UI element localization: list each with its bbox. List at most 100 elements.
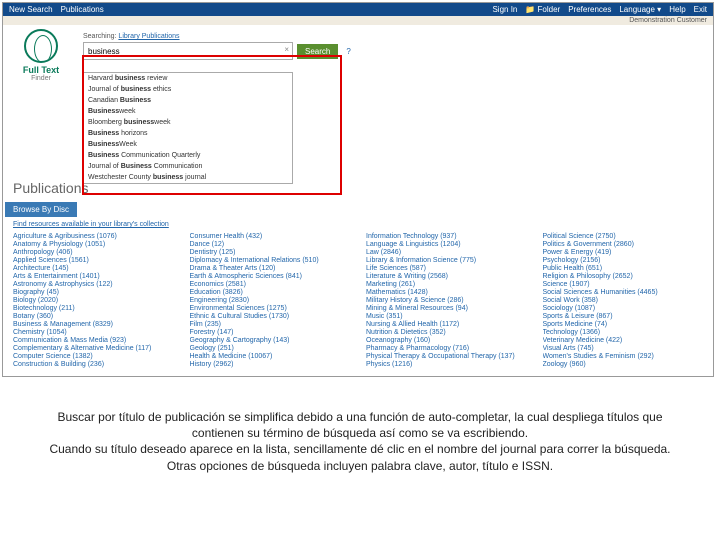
discipline-link[interactable]: Marketing (261) xyxy=(366,280,527,288)
suggestion-item[interactable]: Canadian Business xyxy=(84,95,292,106)
suggestion-item[interactable]: Businessweek xyxy=(84,106,292,117)
nav-publications[interactable]: Publications xyxy=(61,5,104,14)
discipline-link[interactable]: Diplomacy & International Relations (510… xyxy=(190,256,351,264)
discipline-link[interactable]: Business & Management (8329) xyxy=(13,320,174,328)
discipline-link[interactable]: Geology (251) xyxy=(190,344,351,352)
discipline-link[interactable]: Environmental Sciences (1275) xyxy=(190,304,351,312)
logo-text-2: Finder xyxy=(11,75,71,82)
nav-exit[interactable]: Exit xyxy=(694,5,707,14)
discipline-link[interactable]: Science (1907) xyxy=(543,280,704,288)
discipline-link[interactable]: Nutrition & Dietetics (352) xyxy=(366,328,527,336)
suggestion-item[interactable]: Journal of Business Communication xyxy=(84,161,292,172)
discipline-link[interactable]: Dance (12) xyxy=(190,240,351,248)
discipline-link[interactable]: Anthropology (406) xyxy=(13,248,174,256)
demo-banner: Demonstration Customer xyxy=(3,16,713,25)
discipline-link[interactable]: Drama & Theater Arts (120) xyxy=(190,264,351,272)
discipline-link[interactable]: Film (235) xyxy=(190,320,351,328)
discipline-link[interactable]: Political Science (2750) xyxy=(543,232,704,240)
discipline-link[interactable]: Biotechnology (211) xyxy=(13,304,174,312)
browse-tab[interactable]: Browse By Disc xyxy=(5,202,77,217)
suggestion-item[interactable]: Harvard business review xyxy=(84,73,292,84)
discipline-link[interactable]: Architecture (145) xyxy=(13,264,174,272)
discipline-link[interactable]: Consumer Health (432) xyxy=(190,232,351,240)
discipline-link[interactable]: Complementary & Alternative Medicine (11… xyxy=(13,344,174,352)
discipline-link[interactable]: Geography & Cartography (143) xyxy=(190,336,351,344)
discipline-link[interactable]: Life Sciences (587) xyxy=(366,264,527,272)
suggestion-item[interactable]: Bloomberg businessweek xyxy=(84,117,292,128)
nav-sign-in[interactable]: Sign In xyxy=(492,5,517,14)
logo: Full Text Finder xyxy=(11,29,71,82)
discipline-link[interactable]: Nursing & Allied Health (1172) xyxy=(366,320,527,328)
discipline-link[interactable]: Forestry (147) xyxy=(190,328,351,336)
discipline-link[interactable]: Physics (1216) xyxy=(366,360,527,368)
discipline-link[interactable]: Astronomy & Astrophysics (122) xyxy=(13,280,174,288)
discipline-link[interactable]: Military History & Science (286) xyxy=(366,296,527,304)
discipline-link[interactable]: Power & Energy (419) xyxy=(543,248,704,256)
discipline-link[interactable]: Physical Therapy & Occupational Therapy … xyxy=(366,352,527,360)
discipline-link[interactable]: Mining & Mineral Resources (94) xyxy=(366,304,527,312)
discipline-link[interactable]: Psychology (2156) xyxy=(543,256,704,264)
discipline-link[interactable]: Biology (2020) xyxy=(13,296,174,304)
app-frame: New Search Publications Sign In 📁 Folder Pr… xyxy=(2,2,714,377)
globe-icon xyxy=(24,29,58,63)
help-icon[interactable]: ? xyxy=(346,47,350,56)
search-input[interactable] xyxy=(83,42,293,60)
discipline-link[interactable]: Communication & Mass Media (923) xyxy=(13,336,174,344)
discipline-link[interactable]: Anatomy & Physiology (1051) xyxy=(13,240,174,248)
discipline-link[interactable]: Social Work (358) xyxy=(543,296,704,304)
discipline-link[interactable]: Biography (45) xyxy=(13,288,174,296)
discipline-link[interactable]: Language & Linguistics (1204) xyxy=(366,240,527,248)
discipline-link[interactable]: Politics & Government (2860) xyxy=(543,240,704,248)
discipline-link[interactable]: Construction & Building (236) xyxy=(13,360,174,368)
discipline-link[interactable]: Computer Science (1382) xyxy=(13,352,174,360)
discipline-link[interactable]: Religion & Philosophy (2652) xyxy=(543,272,704,280)
discipline-link[interactable]: Social Sciences & Humanities (4465) xyxy=(543,288,704,296)
discipline-link[interactable]: Library & Information Science (775) xyxy=(366,256,527,264)
discipline-link[interactable]: Literature & Writing (2568) xyxy=(366,272,527,280)
caption-p2: Cuando su título deseado aparece en la l… xyxy=(40,441,680,457)
discipline-link[interactable]: Ethnic & Cultural Studies (1730) xyxy=(190,312,351,320)
clear-icon[interactable]: × xyxy=(284,45,289,54)
discipline-link[interactable]: Arts & Entertainment (1401) xyxy=(13,272,174,280)
discipline-link[interactable]: Law (2846) xyxy=(366,248,527,256)
discipline-link[interactable]: Health & Medicine (10067) xyxy=(190,352,351,360)
discipline-link[interactable]: Mathematics (1428) xyxy=(366,288,527,296)
discipline-link[interactable]: Chemistry (1054) xyxy=(13,328,174,336)
discipline-link[interactable]: Education (3826) xyxy=(190,288,351,296)
discipline-link[interactable]: Earth & Atmospheric Sciences (841) xyxy=(190,272,351,280)
discipline-link[interactable]: Pharmacy & Pharmacology (716) xyxy=(366,344,527,352)
discipline-link[interactable]: Zoology (960) xyxy=(543,360,704,368)
discipline-link[interactable]: Applied Sciences (1561) xyxy=(13,256,174,264)
discipline-link[interactable]: Sports Medicine (74) xyxy=(543,320,704,328)
discipline-link[interactable]: Women's Studies & Feminism (292) xyxy=(543,352,704,360)
nav-help[interactable]: Help xyxy=(669,5,685,14)
discipline-link[interactable]: Visual Arts (745) xyxy=(543,344,704,352)
discipline-link[interactable]: History (2962) xyxy=(190,360,351,368)
nav-preferences[interactable]: Preferences xyxy=(568,5,611,14)
nav-new-search[interactable]: New Search xyxy=(9,5,53,14)
discipline-link[interactable]: Economics (2581) xyxy=(190,280,351,288)
discipline-link[interactable]: Technology (1366) xyxy=(543,328,704,336)
nav-language-[interactable]: Language ▾ xyxy=(619,5,661,14)
discipline-link[interactable]: Veterinary Medicine (422) xyxy=(543,336,704,344)
discipline-link[interactable]: Music (351) xyxy=(366,312,527,320)
hint-text: Find resources available in your library… xyxy=(3,217,713,230)
discipline-link[interactable]: Information Technology (937) xyxy=(366,232,527,240)
discipline-link[interactable]: Botany (360) xyxy=(13,312,174,320)
context-link[interactable]: Library Publications xyxy=(118,33,179,40)
discipline-link[interactable]: Sociology (1087) xyxy=(543,304,704,312)
discipline-link[interactable]: Oceanography (160) xyxy=(366,336,527,344)
suggestion-item[interactable]: Journal of business ethics xyxy=(84,84,292,95)
discipline-link[interactable]: Sports & Leisure (867) xyxy=(543,312,704,320)
suggestion-item[interactable]: BusinessWeek xyxy=(84,139,292,150)
suggestion-item[interactable]: Business Communication Quarterly xyxy=(84,150,292,161)
nav--folder[interactable]: 📁 Folder xyxy=(525,5,560,14)
discipline-link[interactable]: Dentistry (125) xyxy=(190,248,351,256)
discipline-link[interactable]: Agriculture & Agribusiness (1076) xyxy=(13,232,174,240)
suggestion-item[interactable]: Business horizons xyxy=(84,128,292,139)
discipline-link[interactable]: Public Health (651) xyxy=(543,264,704,272)
discipline-grid: Agriculture & Agribusiness (1076)Anatomy… xyxy=(3,230,713,376)
suggestion-item[interactable]: Westchester County business journal xyxy=(84,172,292,183)
discipline-link[interactable]: Engineering (2830) xyxy=(190,296,351,304)
search-button[interactable]: Search xyxy=(297,44,338,59)
